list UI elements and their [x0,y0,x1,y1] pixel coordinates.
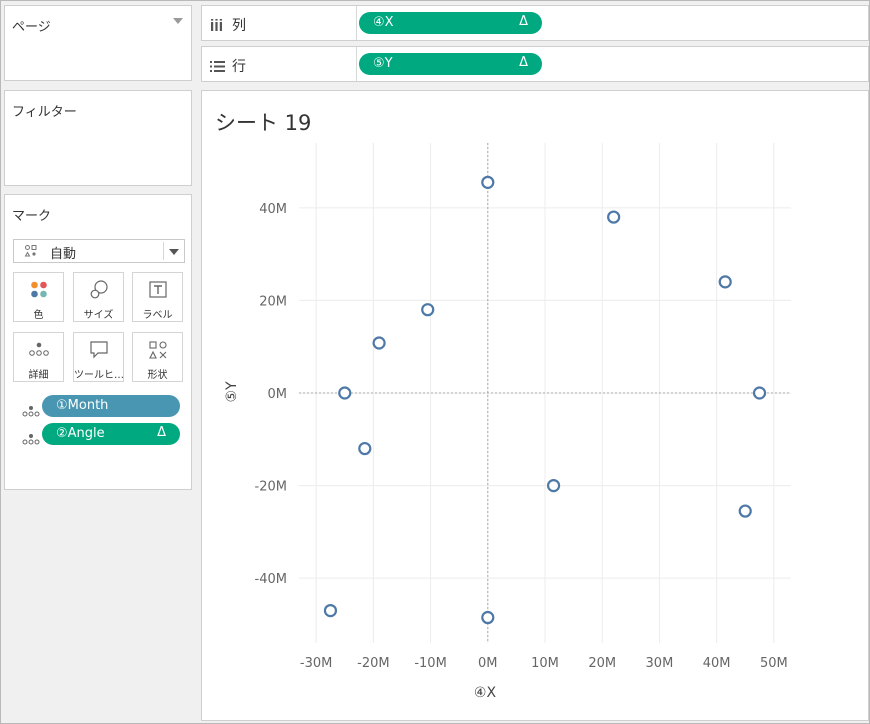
detail-encoding-icon [22,430,40,445]
x-axis-label: ④X [474,685,497,701]
tooltip-icon [74,339,123,361]
columns-icon [210,17,223,36]
marks-title: マーク [12,209,52,224]
tooltip-button[interactable]: ツールヒ… [73,332,124,382]
x-tick-label: 50M [760,656,788,671]
x-tick-label: -20M [357,656,389,671]
chevron-down-icon[interactable] [169,249,179,255]
size-icon [74,279,123,301]
data-point[interactable] [752,386,767,400]
size-label: サイズ [83,310,114,321]
y-axis-label: ⑤Y [224,381,240,403]
detail-label: 詳細 [28,370,49,381]
filters-card[interactable]: フィルター [4,90,192,186]
rows-shelf[interactable]: 行 ⑤Y Δ [201,46,869,82]
color-label: 色 [33,310,44,321]
y-field-pill[interactable]: ⑤Y Δ [359,53,542,75]
y-tick-label: 40M [259,202,287,217]
color-icon [14,279,63,301]
color-button[interactable]: 色 [13,272,64,322]
y-tick-label: -20M [255,480,287,495]
month-field-label: ①Month [56,398,109,413]
detail-encoding-icon [22,402,40,417]
data-point[interactable] [718,275,732,289]
y-axis-ticks: 40M 20M 0M -20M -40M [255,202,287,587]
data-point[interactable] [338,386,352,400]
pages-title: ページ [12,20,51,35]
detail-button[interactable]: 詳細 [13,332,64,382]
marks-card: マーク 自動 色 サイズ ラベル 詳細 ツールヒ… 形状 ①Month ②Ang… [4,194,192,490]
pages-menu-arrow-icon[interactable] [173,18,183,24]
columns-shelf-label: 列 [202,6,357,40]
x-tick-label: 20M [588,656,616,671]
rows-icon [210,58,225,77]
x-tick-label: -10M [414,656,446,671]
data-point[interactable] [323,603,338,618]
x-tick-label: 40M [703,656,731,671]
x-tick-label: 30M [646,656,674,671]
automatic-mark-icon [24,244,38,261]
angle-field-label: ②Angle [56,426,105,441]
dropdown-separator [163,242,164,260]
data-point[interactable] [421,303,435,317]
tooltip-label: ツールヒ… [74,370,123,381]
columns-shelf[interactable]: 列 ④X Δ [201,5,869,41]
filters-title: フィルター [12,105,77,120]
calculation-delta-icon: Δ [519,55,528,70]
calculation-delta-icon: Δ [519,14,528,29]
app-frame: ページ フィルター マーク 自動 色 サイズ ラベル 詳細 ツールヒ… 形状 ①… [0,0,870,724]
data-point[interactable] [546,478,561,493]
mark-type-label: 自動 [50,247,77,262]
data-point[interactable] [607,210,621,224]
data-point[interactable] [372,336,386,350]
label-button[interactable]: ラベル [132,272,183,322]
y-tick-label: 20M [259,294,287,309]
rows-label-text: 行 [232,59,246,75]
data-point[interactable] [358,441,372,456]
x-tick-label: -30M [300,656,332,671]
shape-icon [133,339,182,361]
x-field-label: ④X [373,15,394,30]
rows-shelf-label: 行 [202,47,357,81]
calculation-delta-icon: Δ [157,425,166,440]
detail-icon [14,339,63,361]
data-point[interactable] [481,610,495,625]
y-tick-label: 0M [268,387,288,402]
sheet-view: シート 19 40M 20M 0M -20M -40M -30M -20M -10M 0M 10… [201,90,869,721]
angle-field-pill[interactable]: ②Angle Δ [42,423,180,445]
y-field-label: ⑤Y [373,56,393,71]
pages-card: ページ [4,5,192,81]
x-tick-label: 10M [531,656,559,671]
label-label: ラベル [142,310,173,321]
x-field-pill[interactable]: ④X Δ [359,12,542,34]
data-point[interactable] [738,504,752,518]
shape-label: 形状 [147,370,168,381]
columns-label-text: 列 [232,18,246,34]
size-button[interactable]: サイズ [73,272,124,322]
shape-button[interactable]: 形状 [132,332,183,382]
label-icon [133,279,182,301]
x-axis-ticks: -30M -20M -10M 0M 10M 20M 30M 40M 50M [300,656,788,671]
data-point[interactable] [481,175,495,189]
x-tick-label: 0M [478,656,498,671]
scatter-chart[interactable]: 40M 20M 0M -20M -40M -30M -20M -10M 0M 10M 20M 30M… [202,91,868,720]
y-tick-label: -40M [255,572,287,587]
month-field-pill[interactable]: ①Month [42,395,180,417]
mark-type-dropdown[interactable]: 自動 [13,239,185,263]
